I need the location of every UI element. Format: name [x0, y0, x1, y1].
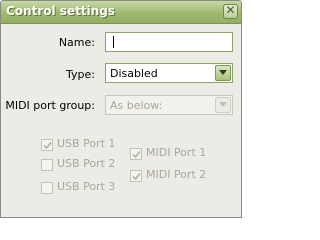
chevron-down-icon[interactable]	[215, 65, 231, 81]
name-label: Name:	[58, 36, 95, 49]
midi-port-group-select[interactable]: As below:	[105, 95, 233, 115]
window-title: Control settings	[6, 4, 115, 18]
type-label: Type:	[66, 68, 95, 81]
midi-port-1-checkbox[interactable]	[130, 148, 142, 160]
usb-port-1-checkbox[interactable]	[41, 139, 53, 151]
title-bar[interactable]: Control settings ✕	[1, 1, 241, 24]
usb-port-3-label: USB Port 3	[57, 180, 116, 193]
close-button[interactable]: ✕	[223, 3, 238, 19]
chevron-down-icon[interactable]	[215, 97, 231, 113]
usb-port-2-checkbox[interactable]	[41, 159, 53, 171]
midi-port-2-label: MIDI Port 2	[146, 168, 207, 181]
usb-port-2-label: USB Port 2	[57, 157, 116, 170]
usb-port-1-label: USB Port 1	[57, 137, 116, 150]
midi-port-2-checkbox[interactable]	[130, 170, 142, 182]
text-caret	[113, 36, 114, 48]
usb-port-3-checkbox[interactable]	[41, 182, 53, 194]
midi-port-1-label: MIDI Port 1	[146, 146, 207, 159]
control-settings-dialog: Control settings ✕ Name: Type: Disabled …	[0, 0, 242, 218]
midi-port-group-value: As below:	[110, 99, 163, 112]
type-select[interactable]: Disabled	[105, 63, 233, 83]
close-icon: ✕	[225, 3, 236, 17]
midi-port-group-label: MIDI port group:	[5, 99, 95, 112]
type-select-value: Disabled	[110, 67, 158, 80]
name-input[interactable]	[105, 32, 233, 52]
